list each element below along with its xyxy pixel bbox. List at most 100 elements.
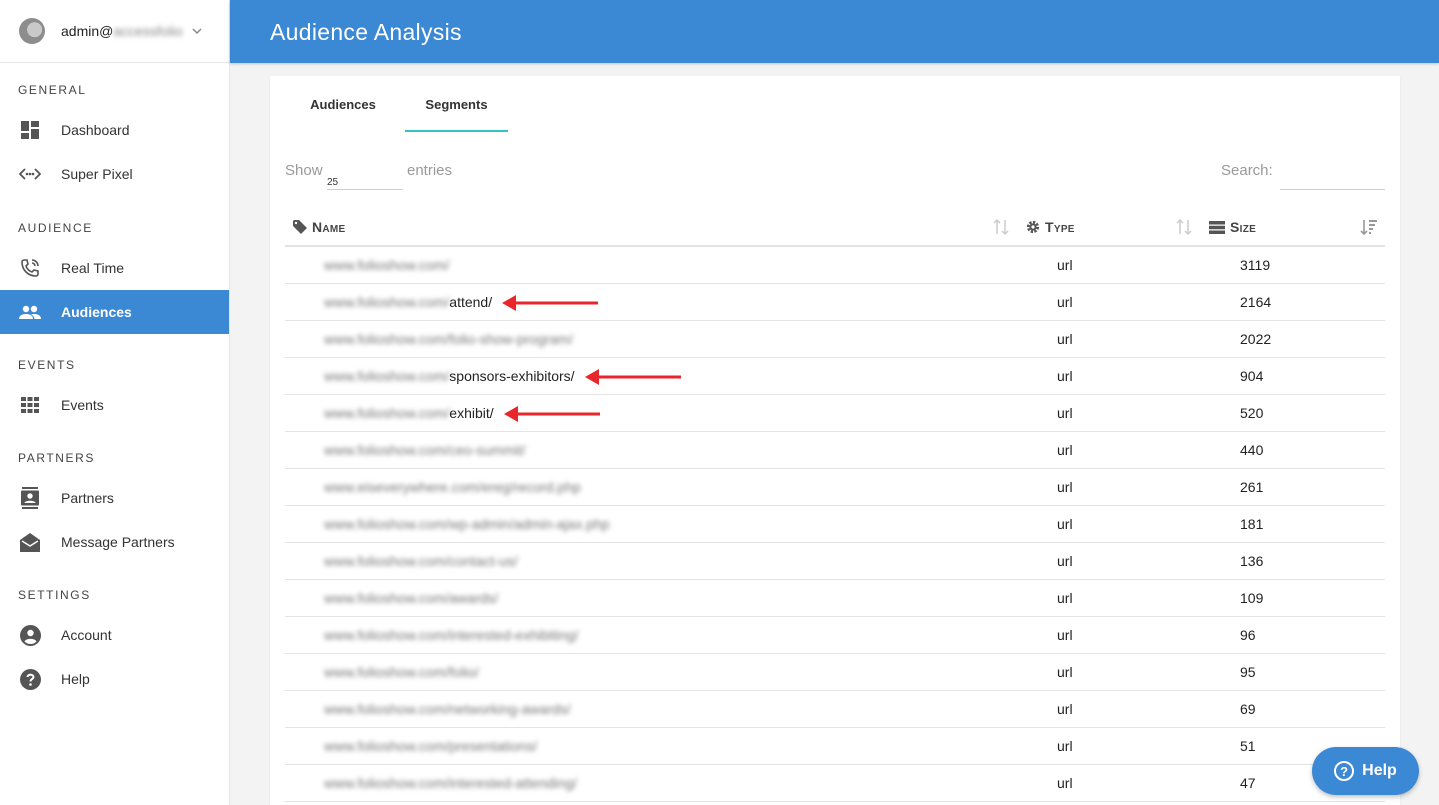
segment-size: 109	[1240, 590, 1264, 606]
sidebar-item-label: Audiences	[61, 304, 132, 320]
search-input[interactable]	[1280, 161, 1385, 190]
section-title-general: GENERAL	[18, 83, 87, 97]
segment-type: url	[1057, 331, 1073, 347]
sidebar-item-label: Help	[61, 671, 90, 687]
table-row[interactable]: www.folioshow.com/contact-us/url 136	[285, 543, 1385, 580]
sidebar: admin@accessfolio GENERAL Dashboard Supe…	[0, 0, 230, 805]
table-row[interactable]: www.folioshow.com/interested-exhibiting/…	[285, 617, 1385, 654]
segment-domain: www.folioshow.com/	[324, 405, 450, 421]
column-header-type[interactable]: Type	[1026, 209, 1075, 245]
segment-size: 51	[1240, 738, 1256, 754]
server-icon	[1209, 220, 1225, 234]
table-row[interactable]: www.folioshow.com/attend/url 2164	[285, 284, 1385, 321]
segment-type: url	[1057, 627, 1073, 643]
tag-icon	[293, 220, 307, 234]
sidebar-item-label: Real Time	[61, 260, 125, 276]
sidebar-item-help[interactable]: Help	[0, 657, 229, 701]
column-header-size[interactable]: Size	[1209, 209, 1256, 245]
sidebar-item-events[interactable]: Events	[0, 383, 229, 427]
sidebar-item-message-partners[interactable]: Message Partners	[0, 520, 229, 564]
table-row[interactable]: www.folioshow.com/wp-admin/admin-ajax.ph…	[285, 506, 1385, 543]
sidebar-item-label: Message Partners	[61, 534, 175, 550]
segment-size: 520	[1240, 405, 1264, 421]
user-menu[interactable]: admin@accessfolio	[0, 0, 229, 63]
segment-domain: www.folioshow.com/interested-attending/	[324, 775, 577, 791]
segment-name: www.folioshow.com/attend/	[324, 284, 492, 320]
segment-size: 261	[1240, 479, 1264, 495]
table-row[interactable]: www.folioshow.com/sponsors-exhibitors/ur…	[285, 358, 1385, 395]
sidebar-item-account[interactable]: Account	[0, 613, 229, 657]
section-title-audience: AUDIENCE	[18, 221, 93, 235]
code-dots-icon	[19, 163, 41, 185]
table-row[interactable]: www.folioshow.com/awards/url 109	[285, 580, 1385, 617]
segment-domain: www.folioshow.com/wp-admin/admin-ajax.ph…	[324, 516, 610, 532]
table-row[interactable]: www.folioshow.com/networking-awards/url 6…	[285, 691, 1385, 728]
sidebar-item-dashboard[interactable]: Dashboard	[0, 108, 229, 152]
segment-type: url	[1057, 664, 1073, 680]
avatar	[19, 18, 45, 44]
column-header-name[interactable]: Name	[293, 209, 346, 245]
segment-path: exhibit/	[449, 405, 494, 421]
column-label: Size	[1230, 219, 1257, 235]
sort-both-icon[interactable]	[1175, 218, 1193, 236]
segment-domain: www.eiseverywhere.com/ereg/record.php	[324, 479, 581, 495]
segment-size: 96	[1240, 627, 1256, 643]
segment-size: 181	[1240, 516, 1264, 532]
segment-type: url	[1057, 553, 1073, 569]
segment-domain: www.folioshow.com/	[324, 294, 450, 310]
segment-type: url	[1057, 738, 1073, 754]
segment-domain: www.folioshow.com/folio-show-program/	[324, 331, 573, 347]
segment-size: 904	[1240, 368, 1264, 384]
table-row[interactable]: www.folioshow.com/presentations/url 51	[285, 728, 1385, 765]
sidebar-item-audiences[interactable]: Audiences	[0, 290, 229, 334]
segment-name: www.folioshow.com/ceo-summit/	[324, 432, 526, 468]
sort-desc-icon[interactable]	[1360, 218, 1378, 236]
segment-size: 69	[1240, 701, 1256, 717]
dashboard-icon	[19, 119, 41, 141]
segment-name: www.folioshow.com/networking-awards/	[324, 691, 571, 727]
table-row[interactable]: www.folioshow.com/url 3119	[285, 247, 1385, 284]
table-row[interactable]: www.folioshow.com/ceo-summit/url 440	[285, 432, 1385, 469]
segment-domain: www.folioshow.com/presentations/	[324, 738, 538, 754]
app-header: Audience Analysis	[230, 0, 1439, 63]
sidebar-item-real-time[interactable]: Real Time	[0, 246, 229, 290]
sort-both-icon[interactable]	[992, 218, 1010, 236]
tab-audiences[interactable]: Audiences	[290, 76, 396, 132]
table-row[interactable]: www.folioshow.com/folio/url 95	[285, 654, 1385, 691]
entries-label: entries	[407, 162, 453, 179]
segment-type: url	[1057, 294, 1073, 310]
segment-type: url	[1057, 257, 1073, 273]
phone-icon	[19, 257, 41, 279]
segment-size: 136	[1240, 553, 1264, 569]
segment-name: www.folioshow.com/contact-us/	[324, 543, 518, 579]
sidebar-item-label: Events	[61, 397, 104, 413]
sidebar-item-partners[interactable]: Partners	[0, 476, 229, 520]
segments-card: Audiences Segments Show entries Search: …	[270, 76, 1400, 805]
segment-domain: www.folioshow.com/awards/	[324, 590, 499, 606]
segment-domain: www.folioshow.com/ceo-summit/	[324, 442, 526, 458]
segment-type: url	[1057, 775, 1073, 791]
annotation-arrow-icon	[502, 295, 598, 311]
page-size-select[interactable]	[327, 168, 403, 190]
user-name: admin@accessfolio	[61, 23, 183, 39]
table-row[interactable]: www.folioshow.com/interested-attending/u…	[285, 765, 1385, 802]
segment-size: 2164	[1240, 294, 1272, 310]
search-label: Search:	[1221, 162, 1273, 179]
section-title-events: EVENTS	[18, 358, 76, 372]
tab-segments[interactable]: Segments	[405, 76, 508, 132]
segment-size: 47	[1240, 775, 1256, 791]
segment-size: 2022	[1240, 331, 1272, 347]
segment-size: 95	[1240, 664, 1256, 680]
sidebar-item-label: Dashboard	[61, 122, 130, 138]
contacts-icon	[19, 487, 41, 509]
segment-name: www.folioshow.com/folio/	[324, 654, 479, 690]
segment-name: www.eiseverywhere.com/ereg/record.php	[324, 469, 581, 505]
table-row[interactable]: www.eiseverywhere.com/ereg/record.php url…	[285, 469, 1385, 506]
help-button[interactable]: ? Help	[1312, 747, 1419, 795]
sidebar-item-super-pixel[interactable]: Super Pixel	[0, 152, 229, 196]
chevron-down-icon[interactable]	[191, 25, 203, 37]
table-row[interactable]: www.folioshow.com/folio-show-program/url…	[285, 321, 1385, 358]
segment-domain: www.folioshow.com/interested-exhibiting/	[324, 627, 579, 643]
table-row[interactable]: www.folioshow.com/exhibit/url 520	[285, 395, 1385, 432]
segment-type: url	[1057, 442, 1073, 458]
